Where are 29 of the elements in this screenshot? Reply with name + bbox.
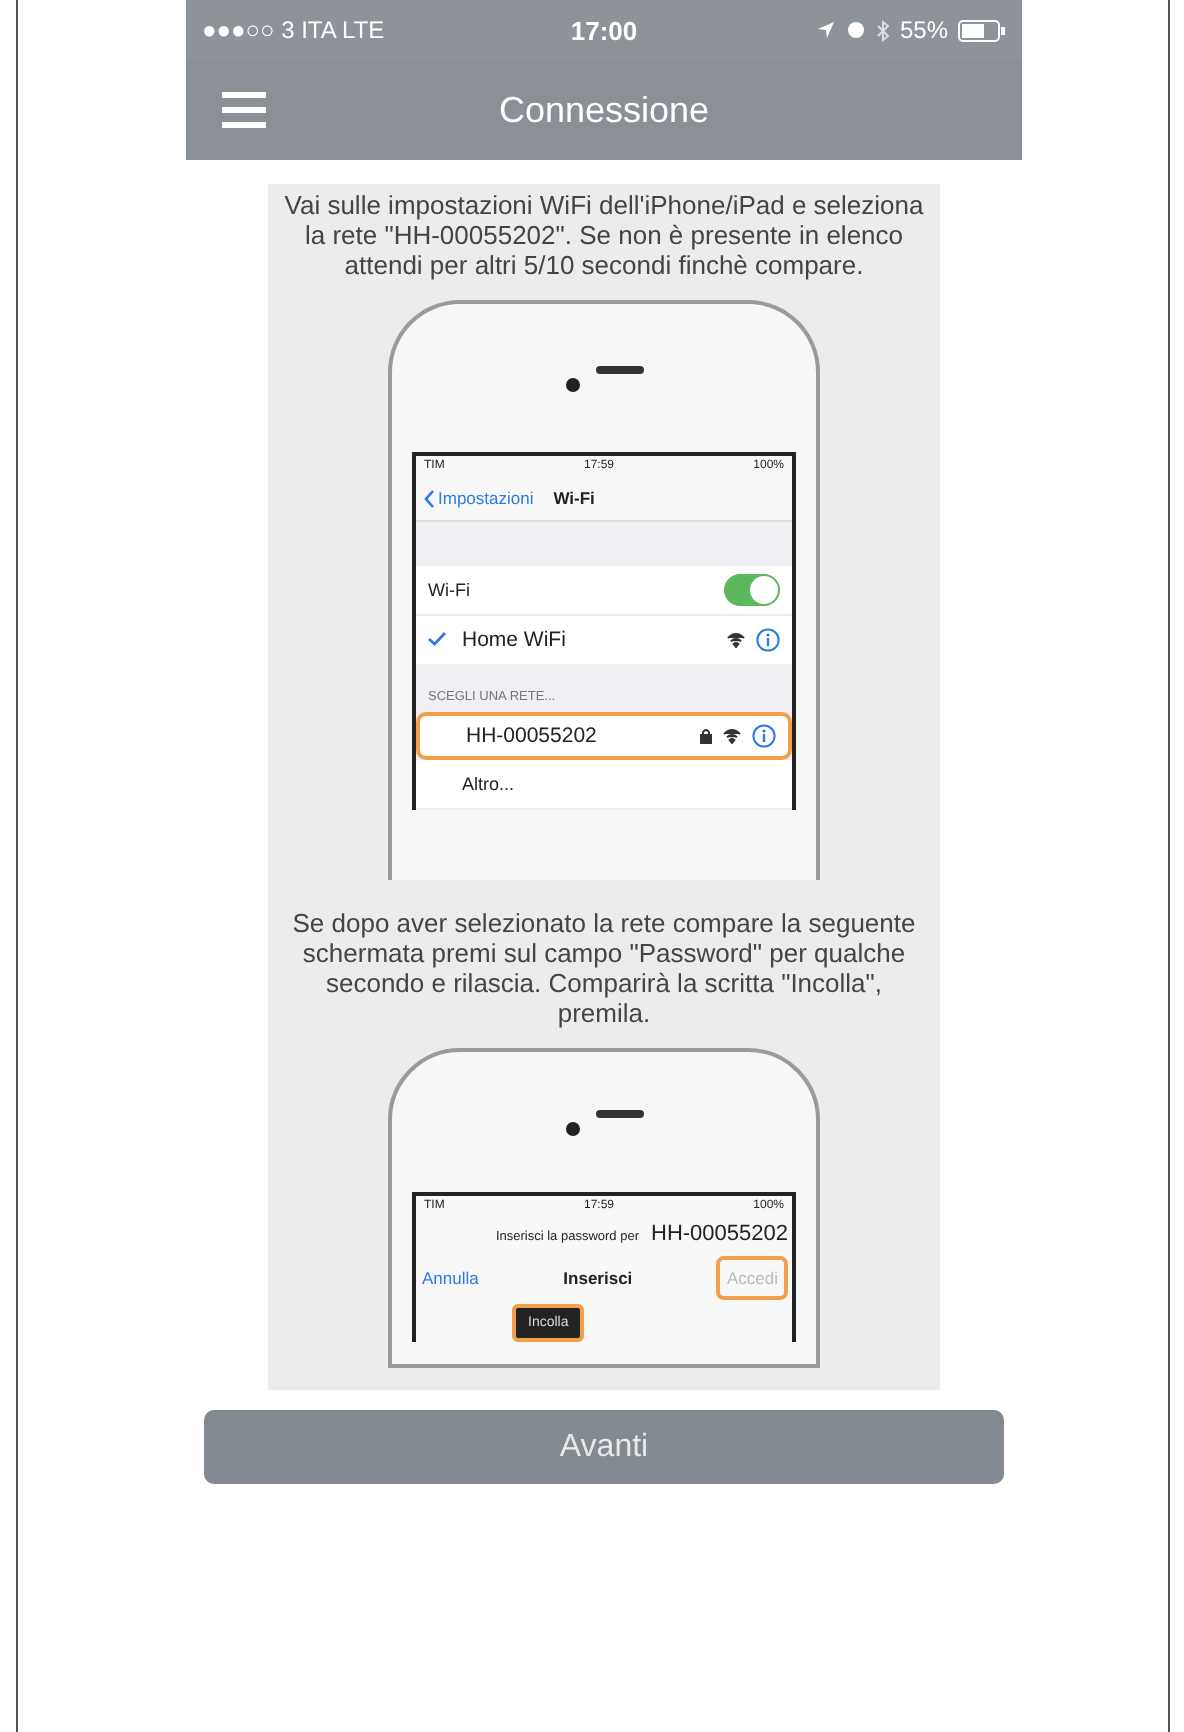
screen-title: Connessione <box>498 89 710 131</box>
battery-icon <box>958 19 1006 41</box>
network-name: HH-00055202 <box>466 724 599 748</box>
wifi-icon <box>726 632 746 648</box>
network-row[interactable]: HH-00055202 <box>416 712 792 760</box>
lock-icon <box>700 728 712 744</box>
menu-icon[interactable] <box>222 92 266 128</box>
info-icon[interactable] <box>756 628 780 652</box>
info-icon[interactable] <box>752 724 776 748</box>
speaker-icon <box>595 366 643 374</box>
back-link[interactable]: Impostazioni <box>438 488 534 508</box>
wifi-toggle[interactable] <box>724 574 780 606</box>
camera-icon <box>565 1121 579 1135</box>
carrier-text: ●●●○○ 3 ITA LTE <box>202 16 387 44</box>
network-name: HH-00055202 <box>651 1222 788 1246</box>
screen-title: Inserisci <box>563 1268 633 1288</box>
bluetooth-icon <box>875 19 890 41</box>
battery-text: 55% <box>899 16 948 44</box>
chevron-left-icon <box>424 489 434 507</box>
screen-title: Wi-Fi <box>553 488 595 508</box>
location-icon <box>815 20 836 40</box>
speaker-icon <box>595 1110 643 1118</box>
instruction-text: Vai sulle impostazioni WiFi dell'iPhone/iPad e seleziona la rete "HH-00055202". Se non è presente in elenco attendi per altri 5/10 secondi finchè compare. <box>282 190 926 280</box>
instruction-text: Se dopo aver selezionato la rete compare la seguente schermata premi sul campo "Password" per qualche secondo e rilascia. Comparirà la scritta "Incolla", premila. <box>290 908 918 1028</box>
status-time: 17:00 <box>570 15 638 45</box>
wifi-label: Wi-Fi <box>428 580 472 600</box>
cancel-link[interactable]: Annulla <box>422 1268 479 1288</box>
wifi-icon <box>722 728 742 744</box>
camera-icon <box>565 377 579 391</box>
